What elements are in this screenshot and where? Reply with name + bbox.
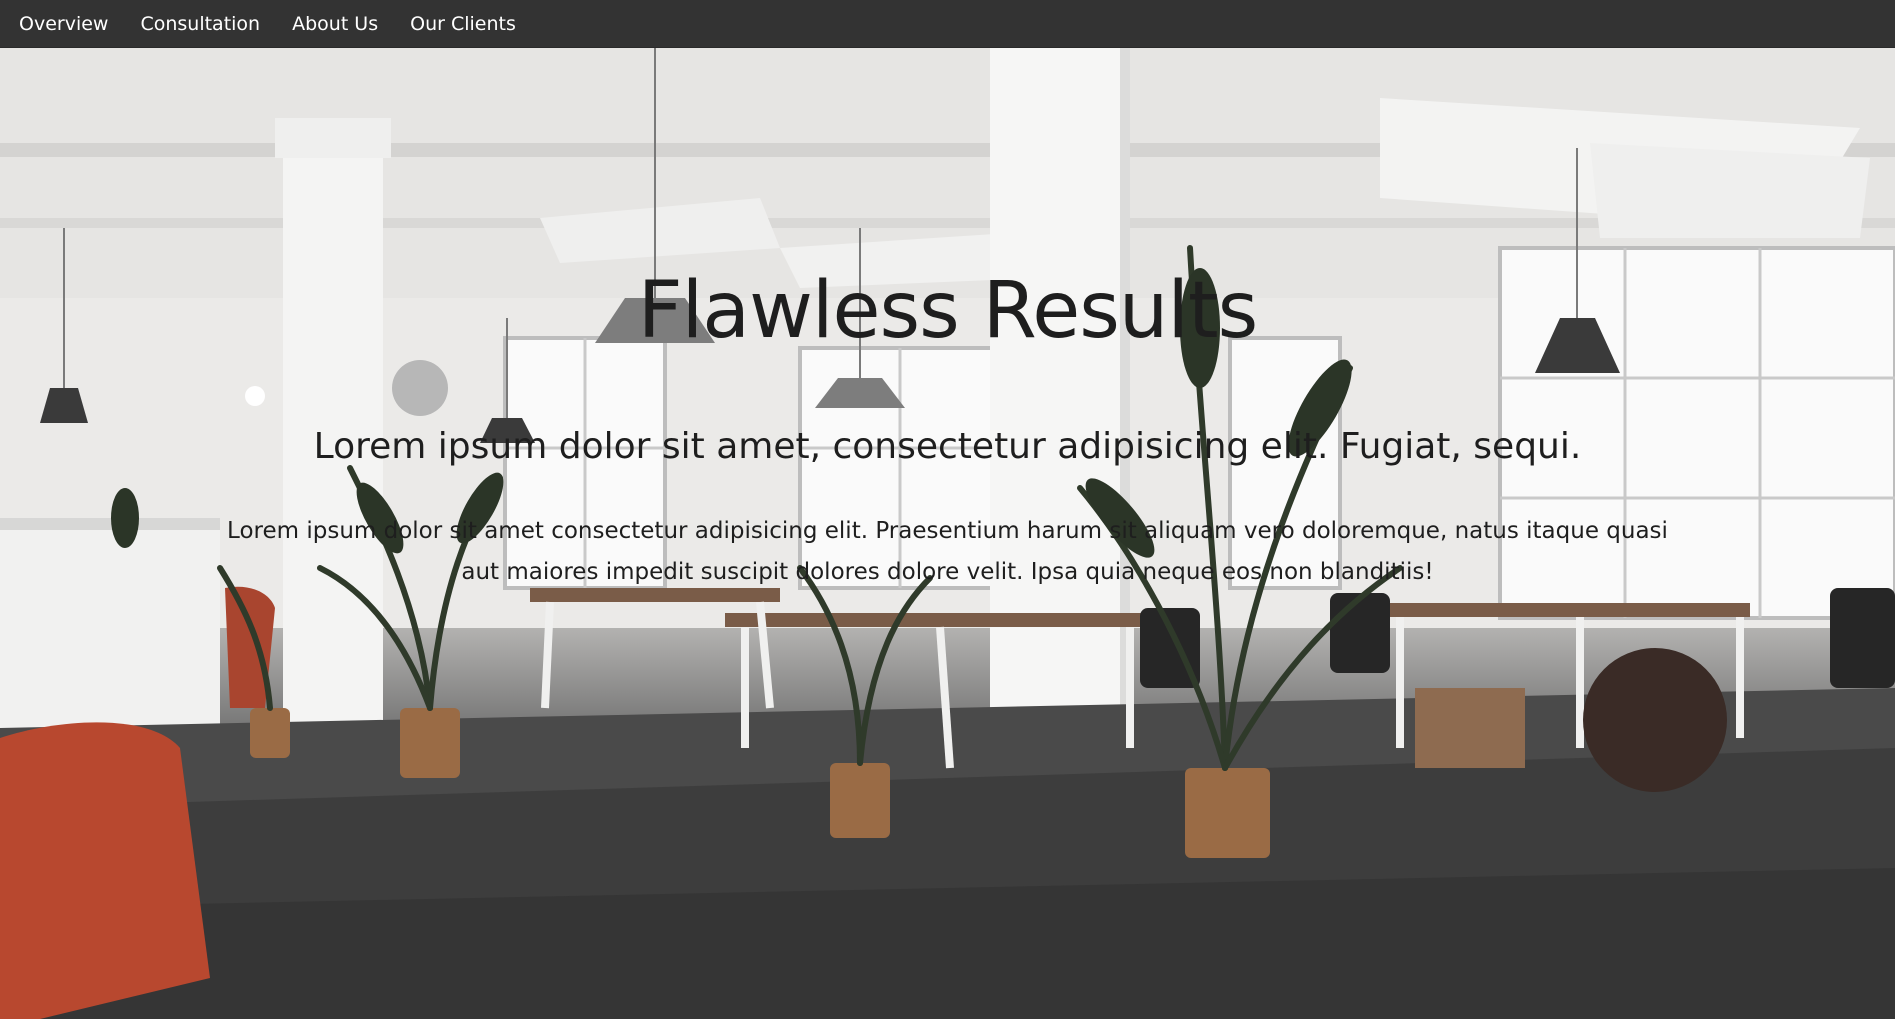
hero-title: Flawless Results xyxy=(637,266,1259,356)
nav-link-consultation[interactable]: Consultation xyxy=(140,0,260,48)
top-navbar: Overview Consultation About Us Our Clien… xyxy=(0,0,1895,48)
hero-body-text: Lorem ipsum dolor sit amet consectetur a… xyxy=(227,518,1668,585)
hero-subtitle: Lorem ipsum dolor sit amet, consectetur … xyxy=(313,426,1582,467)
hero-section: Flawless Results Lorem ipsum dolor sit a… xyxy=(0,48,1895,1019)
nav-link-our-clients[interactable]: Our Clients xyxy=(410,0,516,48)
nav-link-overview[interactable]: Overview xyxy=(19,0,108,48)
nav-link-about-us[interactable]: About Us xyxy=(292,0,378,48)
